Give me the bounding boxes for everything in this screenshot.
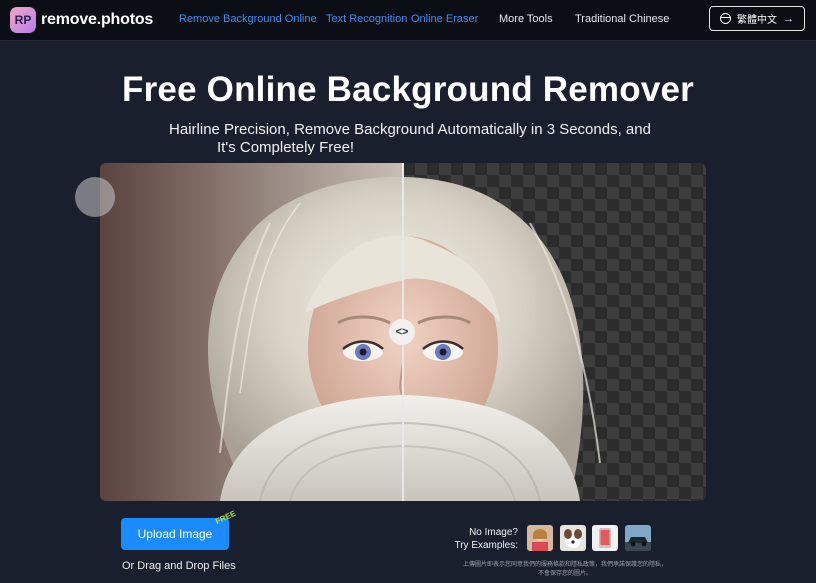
nav-more-tools[interactable]: More Tools [499,13,553,25]
privacy-disclaimer: 上傳圖片即表示您同意我們的服務條款和隱私政策，我們承諾保護您的隱私， 不會保存您… [430,561,700,579]
upload-image-button[interactable]: Upload Image [121,518,229,550]
disclaimer-line-1: 上傳圖片即表示您同意我們的服務條款和隱私政策，我們承諾保護您的隱私， [462,562,667,568]
disclaimer-line-2: 不會保存您的圖片。 [537,571,592,577]
site-logo[interactable]: RP remove.photos [10,6,153,34]
logo-icon: RP [10,7,36,33]
example-thumb-person[interactable] [527,525,553,551]
nav-online-eraser[interactable]: Online Eraser [411,13,478,25]
language-button[interactable]: 繁體中文 → [709,6,805,31]
nav-remove-background[interactable]: Remove Background Online [179,13,317,25]
page-title: Free Online Background Remover [122,70,694,109]
top-navbar: RP remove.photos Remove Background Onlin… [0,0,816,41]
nav-traditional-chinese[interactable]: Traditional Chinese [575,13,669,25]
logo-text: remove.photos [41,11,154,28]
example-thumb-dog[interactable] [560,525,586,551]
arrow-right-icon: → [783,12,794,25]
subtitle-line-1: Hairline Precision, Remove Background Au… [169,121,651,138]
nav-text-recognition[interactable]: Text Recognition [326,13,407,25]
compare-slider-handle[interactable]: <> [389,319,415,345]
floating-circle-control[interactable] [75,177,115,217]
before-after-compare: <> [100,163,706,501]
example-thumb-car[interactable] [625,525,651,551]
try-examples-text: Try Examples: [454,540,518,551]
no-image-text: No Image? [469,527,518,538]
car-thumb-icon [625,525,651,551]
globe-icon [720,13,731,24]
drag-drop-hint: Or Drag and Drop Files [122,560,236,572]
phone-thumb-icon [592,525,618,551]
language-label: 繁體中文 [737,15,777,26]
example-thumb-phone[interactable] [592,525,618,551]
examples-label: No Image? Try Examples: [440,526,518,552]
compare-arrows-icon: <> [395,326,409,338]
dog-thumb-icon [560,525,586,551]
person-thumb-icon [527,525,553,551]
page-subtitle: Hairline Precision, Remove Background Au… [120,121,700,157]
subtitle-line-2: It's Completely Free! [217,139,355,156]
